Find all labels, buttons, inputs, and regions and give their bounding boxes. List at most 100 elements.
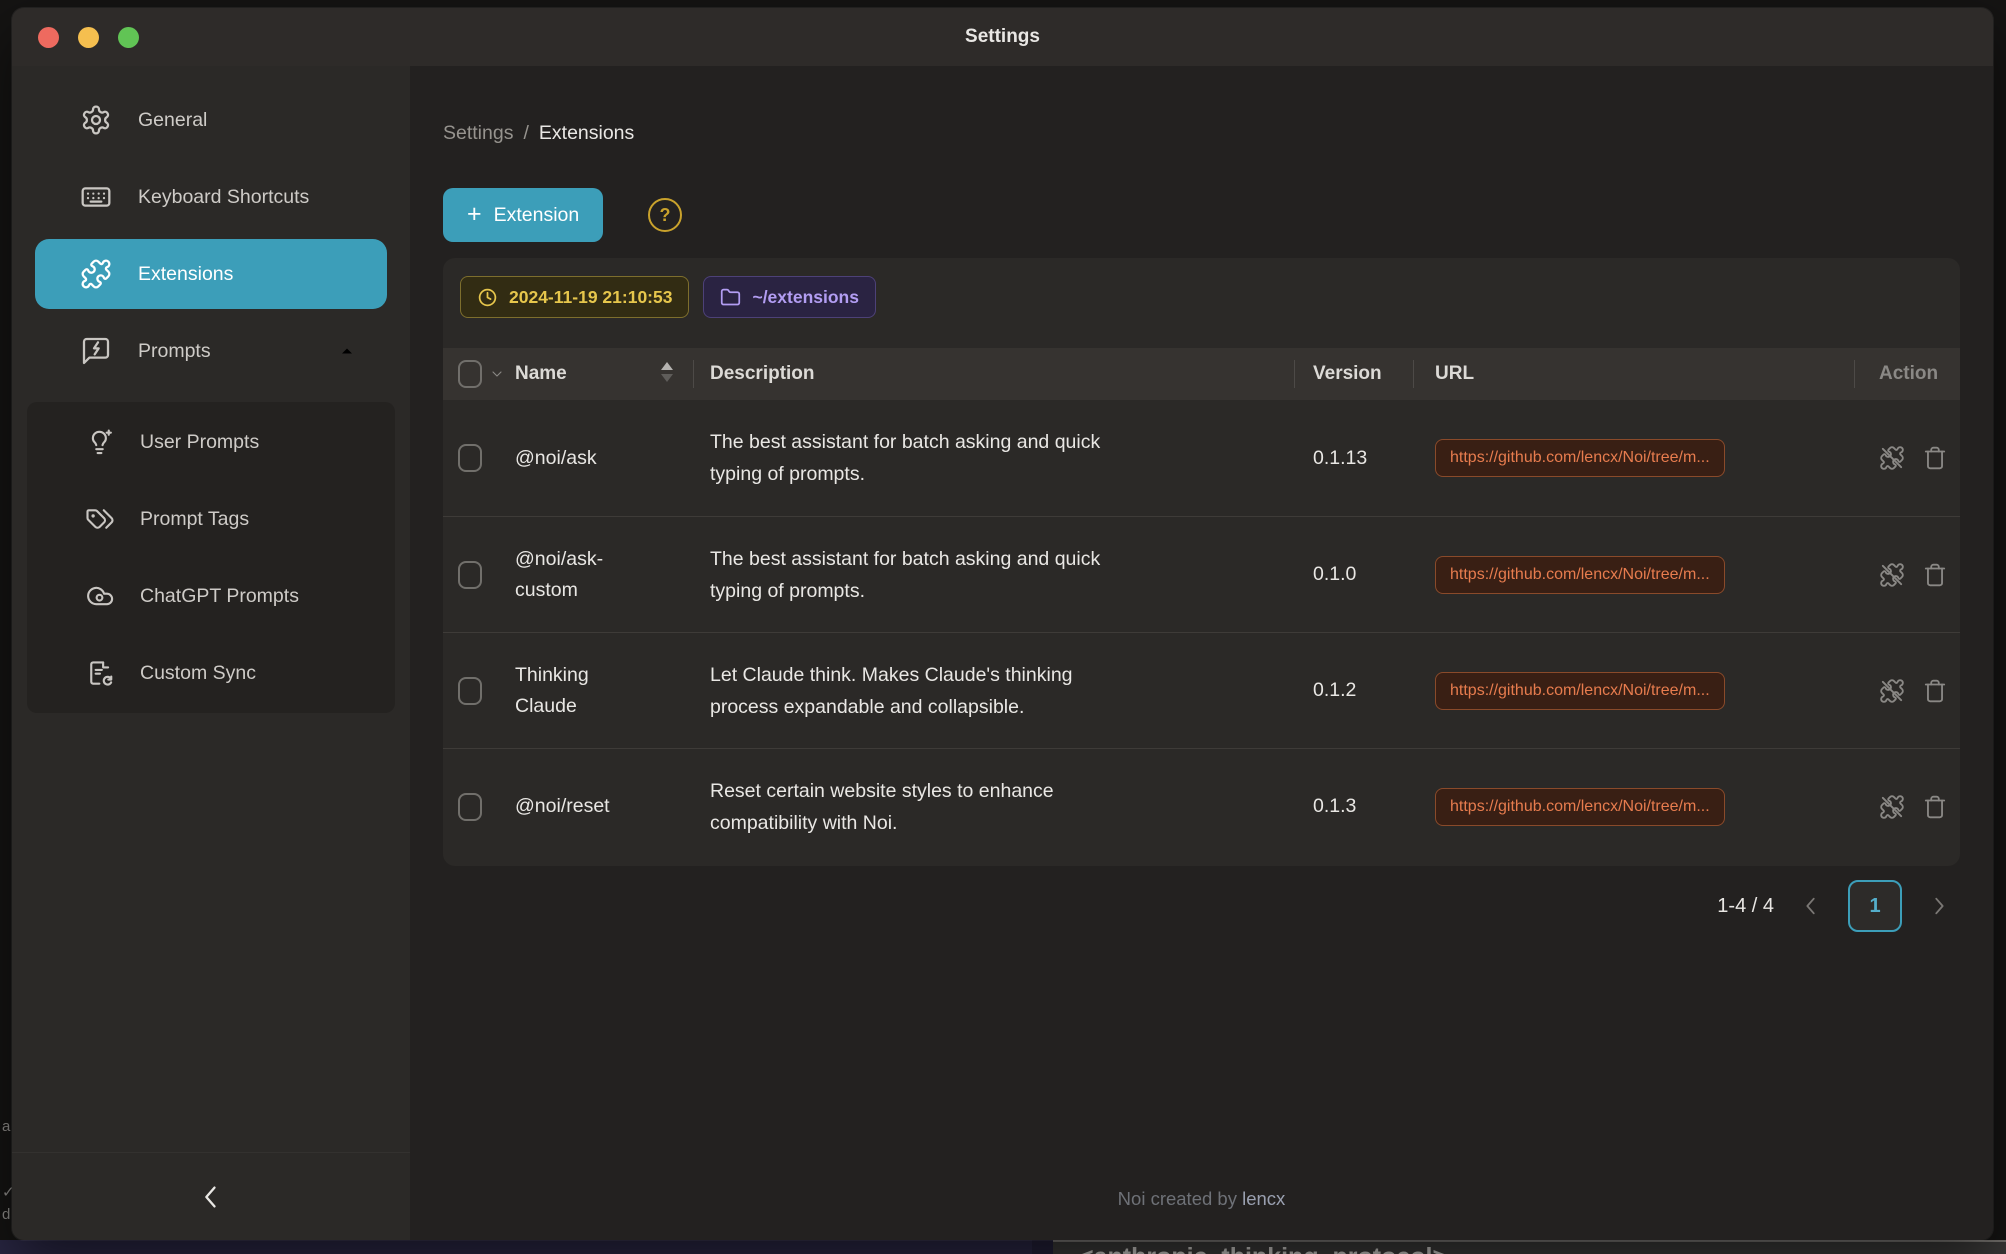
next-page-icon[interactable] xyxy=(1928,895,1950,917)
table-row: Thinking Claude Let Claude think. Makes … xyxy=(443,632,1960,748)
question-mark-icon: ? xyxy=(660,205,671,226)
extension-description: The best assistant for batch asking and … xyxy=(710,426,1141,490)
trash-icon[interactable] xyxy=(1922,794,1948,820)
extension-name: Thinking Claude xyxy=(515,660,635,722)
extensions-card: 2024-11-19 21:10:53 ~/extensions xyxy=(443,258,1960,866)
chevron-up-icon xyxy=(337,341,357,361)
sidebar-item-custom-sync[interactable]: Custom Sync xyxy=(35,638,387,708)
extension-version: 0.1.0 xyxy=(1294,563,1413,586)
extensions-table: Name Description Version URL Action xyxy=(443,348,1960,864)
row-checkbox[interactable] xyxy=(458,793,482,821)
background-code-text: <anthropic_thinking_protocol> xyxy=(1079,1243,1447,1254)
extension-version: 0.1.13 xyxy=(1294,447,1413,470)
table-row: @noi/ask The best assistant for batch as… xyxy=(443,400,1960,516)
background-window-strip xyxy=(0,1240,1050,1254)
trash-icon[interactable] xyxy=(1922,678,1948,704)
zoom-button[interactable] xyxy=(118,27,139,48)
footer-author-link[interactable]: lencx xyxy=(1242,1188,1285,1209)
column-header-label: Description xyxy=(710,363,815,385)
sidebar-item-extensions[interactable]: Extensions xyxy=(35,239,387,309)
prompts-submenu: User Prompts Prompt Tags ChatGPT Prompts xyxy=(27,402,395,713)
traffic-lights xyxy=(38,8,139,66)
row-checkbox[interactable] xyxy=(458,677,482,705)
extension-url-link[interactable]: https://github.com/lencx/Noi/tree/m... xyxy=(1435,556,1725,594)
sidebar-item-label: Extensions xyxy=(138,263,233,286)
sidebar-item-prompt-tags[interactable]: Prompt Tags xyxy=(35,484,387,554)
extension-url-link[interactable]: https://github.com/lencx/Noi/tree/m... xyxy=(1435,788,1725,826)
extensions-folder-path: ~/extensions xyxy=(752,287,859,308)
column-header-label: Name xyxy=(515,363,567,385)
message-zap-icon xyxy=(80,335,112,367)
previous-page-icon[interactable] xyxy=(1800,895,1822,917)
row-checkbox[interactable] xyxy=(458,444,482,472)
sidebar-item-label: Custom Sync xyxy=(140,662,256,685)
extension-name: @noi/reset xyxy=(515,791,635,822)
cloud-icon xyxy=(85,581,115,611)
sidebar-item-label: Prompt Tags xyxy=(140,508,249,531)
collapse-sidebar-button[interactable] xyxy=(197,1183,225,1211)
sidebar-item-prompts[interactable]: Prompts xyxy=(35,316,387,386)
column-header-action: Action xyxy=(1854,348,1960,400)
disable-extension-icon[interactable] xyxy=(1879,794,1905,820)
extension-description: Let Claude think. Makes Claude's thinkin… xyxy=(710,659,1141,723)
pagination: 1-4 / 4 1 xyxy=(1717,880,1950,932)
window-title: Settings xyxy=(965,26,1040,48)
sort-icon[interactable] xyxy=(661,362,673,382)
settings-window: Settings General Keyboard Shortcuts Ext xyxy=(12,8,1993,1240)
sidebar-item-label: ChatGPT Prompts xyxy=(140,585,299,608)
sidebar-item-keyboard-shortcuts[interactable]: Keyboard Shortcuts xyxy=(35,162,387,232)
sidebar-item-general[interactable]: General xyxy=(35,85,387,155)
extension-version: 0.1.3 xyxy=(1294,795,1413,818)
extension-url-link[interactable]: https://github.com/lencx/Noi/tree/m... xyxy=(1435,439,1725,477)
sidebar-item-label: General xyxy=(138,109,207,132)
app-footer: Noi created by lencx xyxy=(410,1188,1993,1210)
sidebar-item-label: Prompts xyxy=(138,340,211,363)
sidebar-item-label: Keyboard Shortcuts xyxy=(138,186,309,209)
disable-extension-icon[interactable] xyxy=(1879,678,1905,704)
sidebar-item-chatgpt-prompts[interactable]: ChatGPT Prompts xyxy=(35,561,387,631)
column-header-label: URL xyxy=(1435,363,1474,385)
timestamp-text: 2024-11-19 21:10:53 xyxy=(509,287,672,308)
column-header-label: Action xyxy=(1879,363,1938,385)
add-extension-button[interactable]: + Extension xyxy=(443,188,603,242)
extensions-folder-badge[interactable]: ~/extensions xyxy=(703,276,876,318)
chevron-down-icon[interactable] xyxy=(489,366,505,382)
row-checkbox[interactable] xyxy=(458,561,482,589)
puzzle-icon xyxy=(80,258,112,290)
main-content: Settings/Extensions + Extension ? 2024-1… xyxy=(410,66,1993,1240)
column-header-version: Version xyxy=(1294,348,1413,400)
background-code-window: <anthropic_thinking_protocol> xyxy=(1053,1240,2006,1254)
disable-extension-icon[interactable] xyxy=(1879,562,1905,588)
trash-icon[interactable] xyxy=(1922,445,1948,471)
help-button[interactable]: ? xyxy=(648,198,682,232)
footer-text: Noi created by xyxy=(1118,1188,1242,1209)
gear-icon xyxy=(80,104,112,136)
close-button[interactable] xyxy=(38,27,59,48)
file-sync-icon xyxy=(85,658,115,688)
breadcrumb-parent[interactable]: Settings xyxy=(443,122,513,144)
column-header-description: Description xyxy=(693,348,1294,400)
column-header-name[interactable]: Name xyxy=(515,348,693,400)
extension-url-link[interactable]: https://github.com/lencx/Noi/tree/m... xyxy=(1435,672,1725,710)
titlebar: Settings xyxy=(12,8,1993,66)
extension-name: @noi/ask xyxy=(515,443,635,474)
table-row: @noi/ask-custom The best assistant for b… xyxy=(443,516,1960,632)
trash-icon[interactable] xyxy=(1922,562,1948,588)
clock-icon xyxy=(477,287,498,308)
lightbulb-sparkle-icon xyxy=(85,427,115,457)
sidebar-item-user-prompts[interactable]: User Prompts xyxy=(35,407,387,477)
breadcrumb: Settings/Extensions xyxy=(443,122,634,145)
timestamp-badge: 2024-11-19 21:10:53 xyxy=(460,276,689,318)
keyboard-icon xyxy=(80,181,112,213)
select-all-checkbox[interactable] xyxy=(458,360,482,388)
background-text-fragment: d xyxy=(2,1206,10,1223)
sidebar: General Keyboard Shortcuts Extensions Pr… xyxy=(12,66,410,1240)
breadcrumb-separator: / xyxy=(523,122,528,144)
page-1-button[interactable]: 1 xyxy=(1848,880,1902,932)
background-text-fragment: a xyxy=(2,1118,10,1135)
column-header-url: URL xyxy=(1413,348,1854,400)
extension-description: The best assistant for batch asking and … xyxy=(710,543,1141,607)
sidebar-footer xyxy=(12,1152,410,1240)
disable-extension-icon[interactable] xyxy=(1879,445,1905,471)
minimize-button[interactable] xyxy=(78,27,99,48)
